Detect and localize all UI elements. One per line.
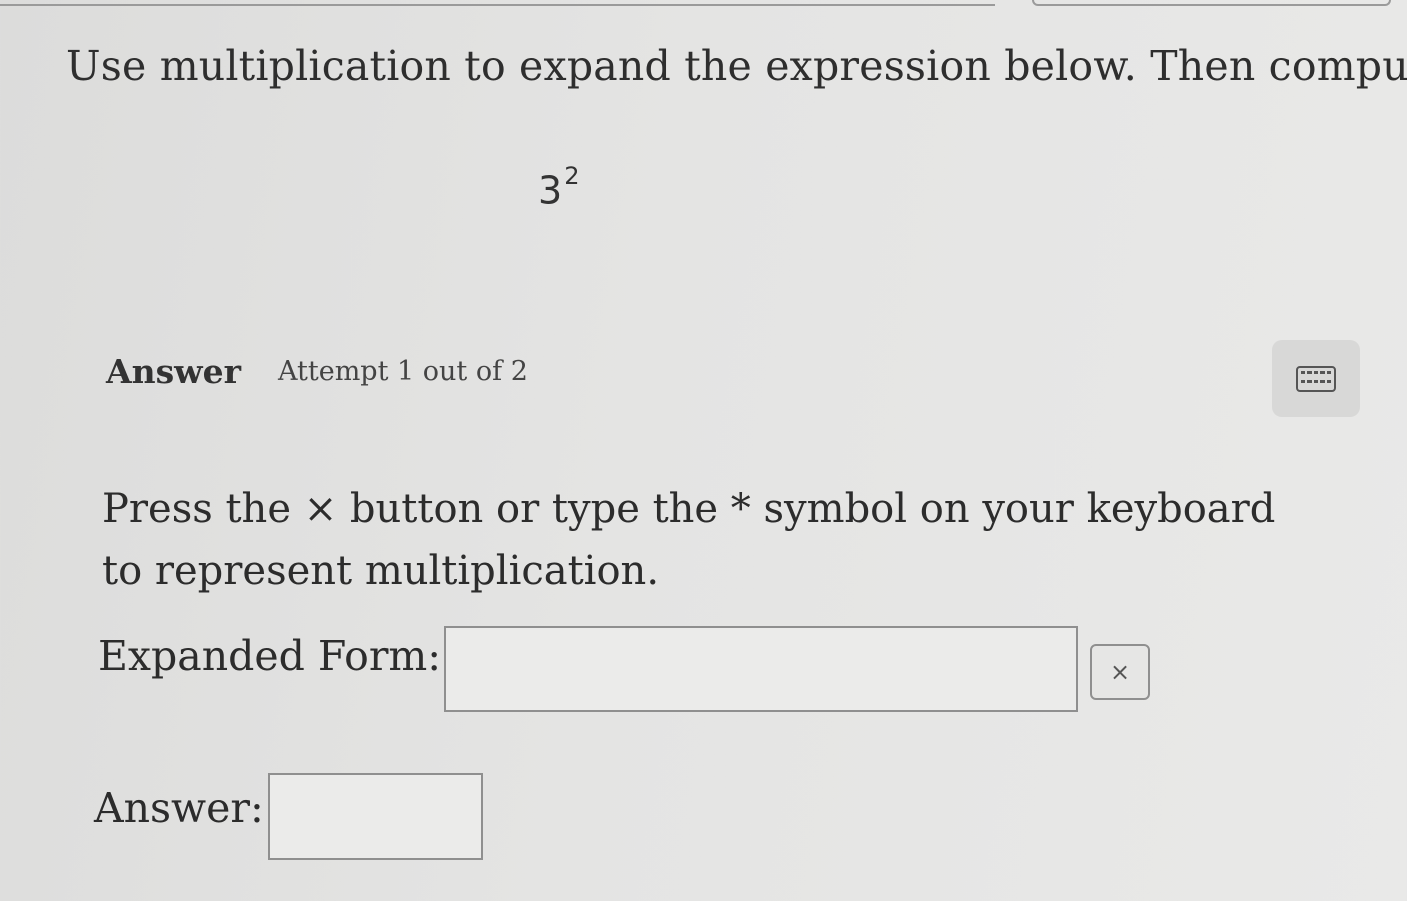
keyboard-icon [1296, 365, 1336, 392]
expression-exponent: 2 [564, 162, 580, 190]
expression-base: 3 [538, 168, 563, 213]
top-divider [0, 0, 995, 6]
answer-heading: Answer [106, 352, 241, 391]
instruction-text: Press the × button or type the * symbol … [102, 486, 1276, 594]
keyboard-toggle-button[interactable] [1272, 340, 1360, 417]
math-expression: 32 [538, 162, 579, 213]
top-tab-outline [1032, 0, 1391, 6]
question-prompt: Use multiplication to expand the express… [66, 42, 1407, 90]
expanded-form-label: Expanded Form: [98, 632, 442, 680]
expanded-form-input[interactable] [444, 626, 1078, 712]
multiply-button[interactable]: × [1090, 644, 1150, 700]
answer-input[interactable] [268, 773, 483, 860]
attempt-counter: Attempt 1 out of 2 [278, 356, 528, 387]
answer-label: Answer: [94, 784, 264, 832]
